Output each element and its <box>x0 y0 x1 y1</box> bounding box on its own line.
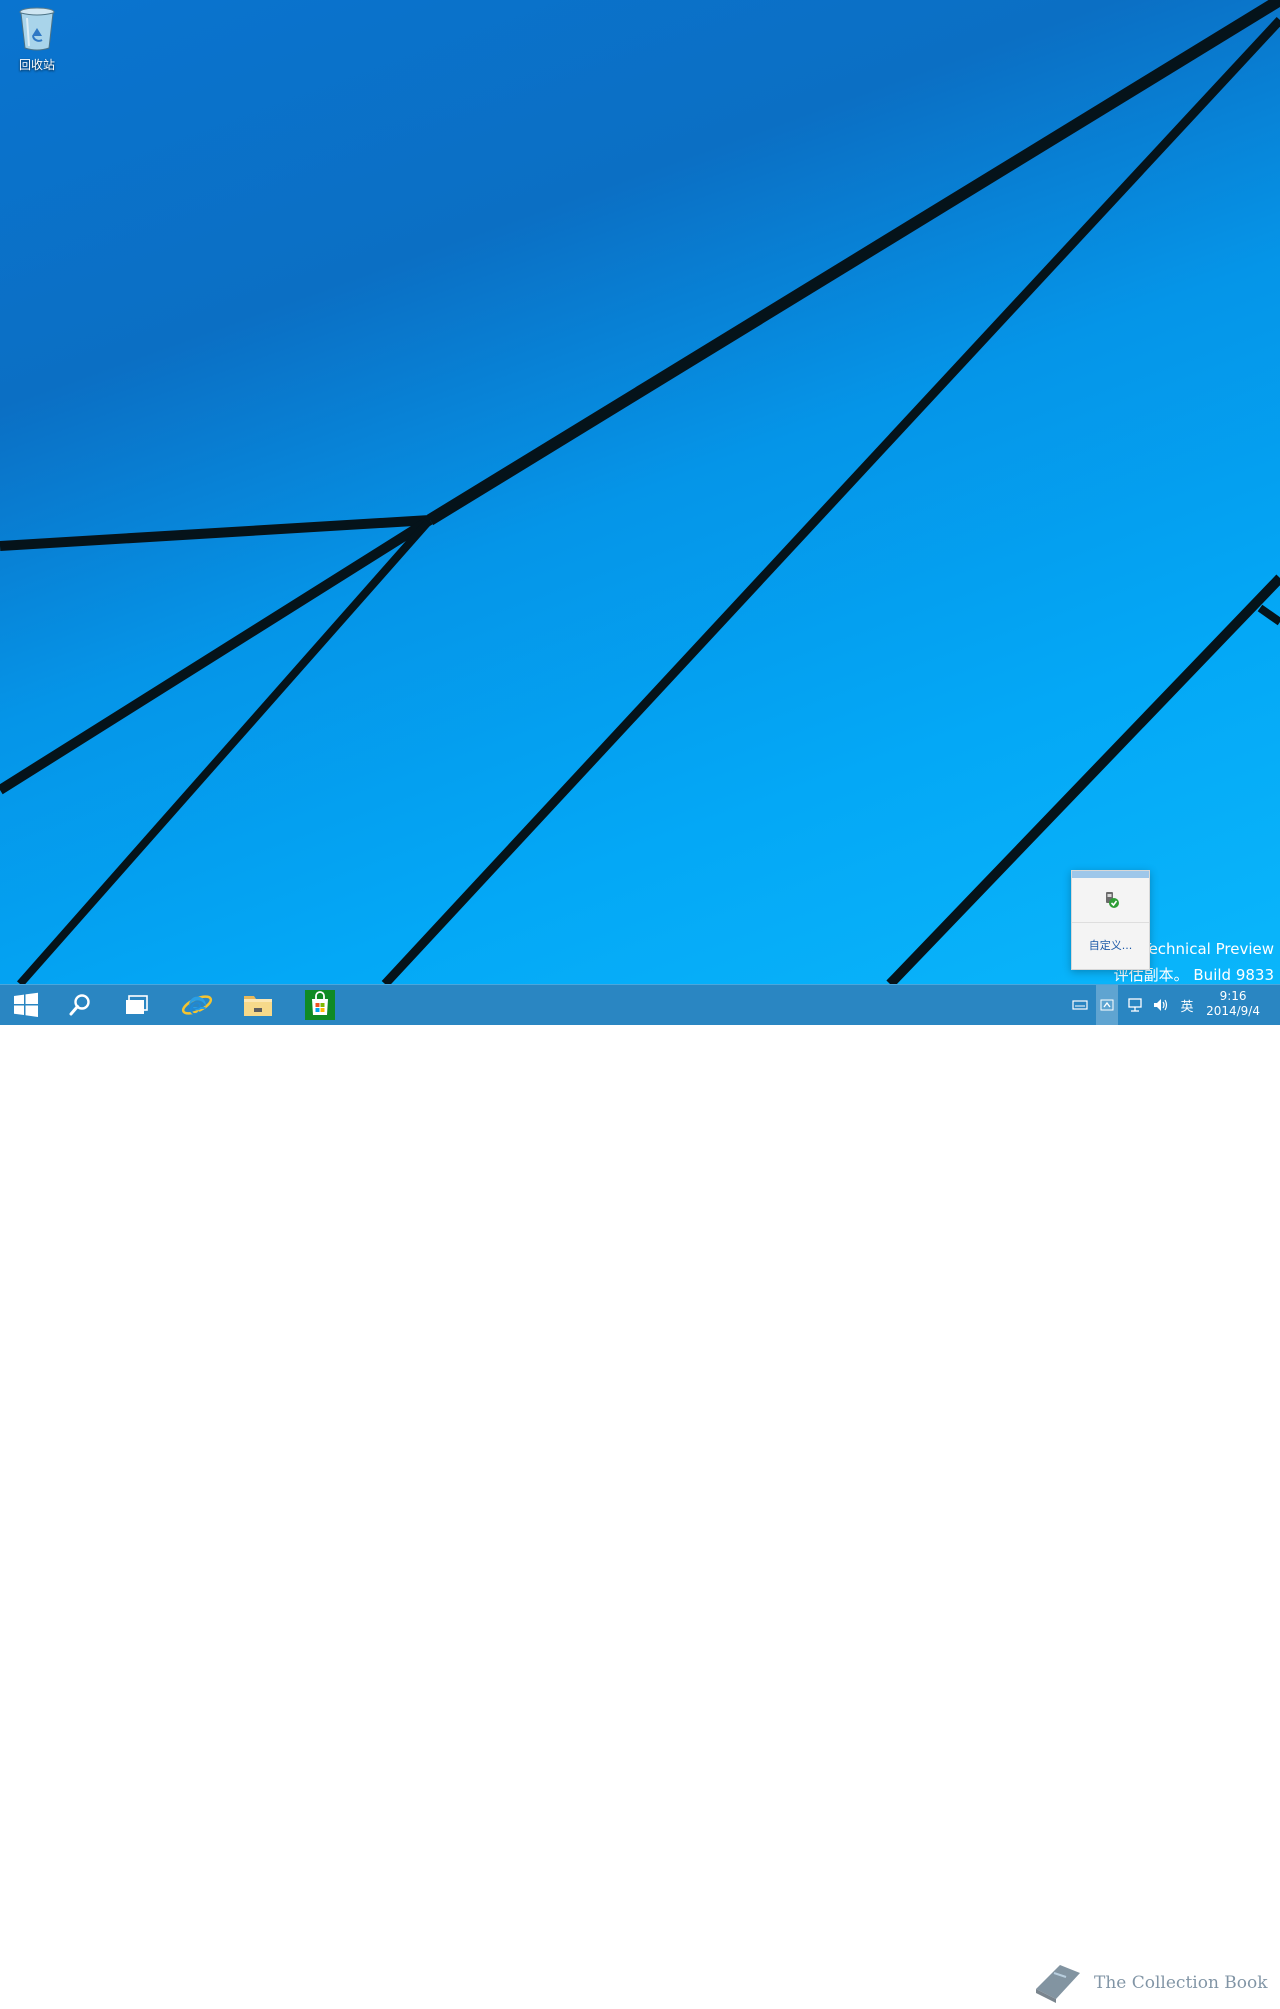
ime-indicator: 英 <box>1180 999 1194 1015</box>
task-view-button[interactable] <box>111 985 163 1025</box>
collection-book-text: The Collection Book <box>1094 1973 1268 1993</box>
search-icon <box>69 994 90 1016</box>
recycle-bin-label: 回收站 <box>18 58 55 72</box>
recycle-bin-shortcut[interactable]: 回收站 <box>10 6 64 76</box>
safely-remove-hardware-icon[interactable] <box>1101 890 1121 910</box>
tray-clock[interactable]: 9:16 2014/9/4 <box>1206 989 1260 1019</box>
watermark-edition: Technical Preview <box>1141 940 1274 958</box>
popup-top-bar <box>1072 871 1149 878</box>
wallpaper-lines <box>0 0 1280 984</box>
windows-logo-icon <box>14 992 38 1017</box>
chevron-up-icon <box>1100 999 1114 1011</box>
store-button[interactable] <box>294 985 346 1025</box>
popup-icon-area <box>1072 878 1149 923</box>
tray-overflow-popup: 自定义... <box>1071 870 1150 970</box>
svg-text:e: e <box>189 995 202 1020</box>
start-button[interactable] <box>0 985 52 1025</box>
tray-network[interactable] <box>1124 985 1146 1025</box>
clock-time: 9:16 <box>1219 989 1247 1003</box>
store-icon <box>305 990 335 1020</box>
ie-icon: e <box>181 995 213 1020</box>
desktop: 回收站 Technical Preview 评估副本。 Build 9833 自… <box>0 0 1280 984</box>
taskbar: e The Collection Book 英 9:16 2014/9/4 <box>0 984 1280 2003</box>
keyboard-icon <box>1072 1000 1088 1010</box>
recycle-bin-icon <box>19 7 55 51</box>
speaker-icon <box>1154 999 1168 1011</box>
search-button[interactable] <box>54 985 106 1025</box>
task-view-icon <box>126 995 148 1014</box>
tray-volume[interactable] <box>1150 985 1172 1025</box>
tray-show-hidden-icons[interactable] <box>1096 985 1118 1025</box>
tray-keyboard[interactable] <box>1070 985 1090 1025</box>
folder-icon <box>244 996 272 1016</box>
customize-link[interactable]: 自定义... <box>1072 937 1149 953</box>
file-explorer-button[interactable] <box>232 985 284 1025</box>
internet-explorer-button[interactable]: e <box>171 985 223 1025</box>
network-icon <box>1128 998 1142 1012</box>
book-icon <box>1036 1965 1080 2003</box>
clock-date: 2014/9/4 <box>1206 1004 1260 1018</box>
tray-ime[interactable]: 英 <box>1176 985 1198 1025</box>
collection-book-overlay: The Collection Book <box>1030 1959 1268 2009</box>
